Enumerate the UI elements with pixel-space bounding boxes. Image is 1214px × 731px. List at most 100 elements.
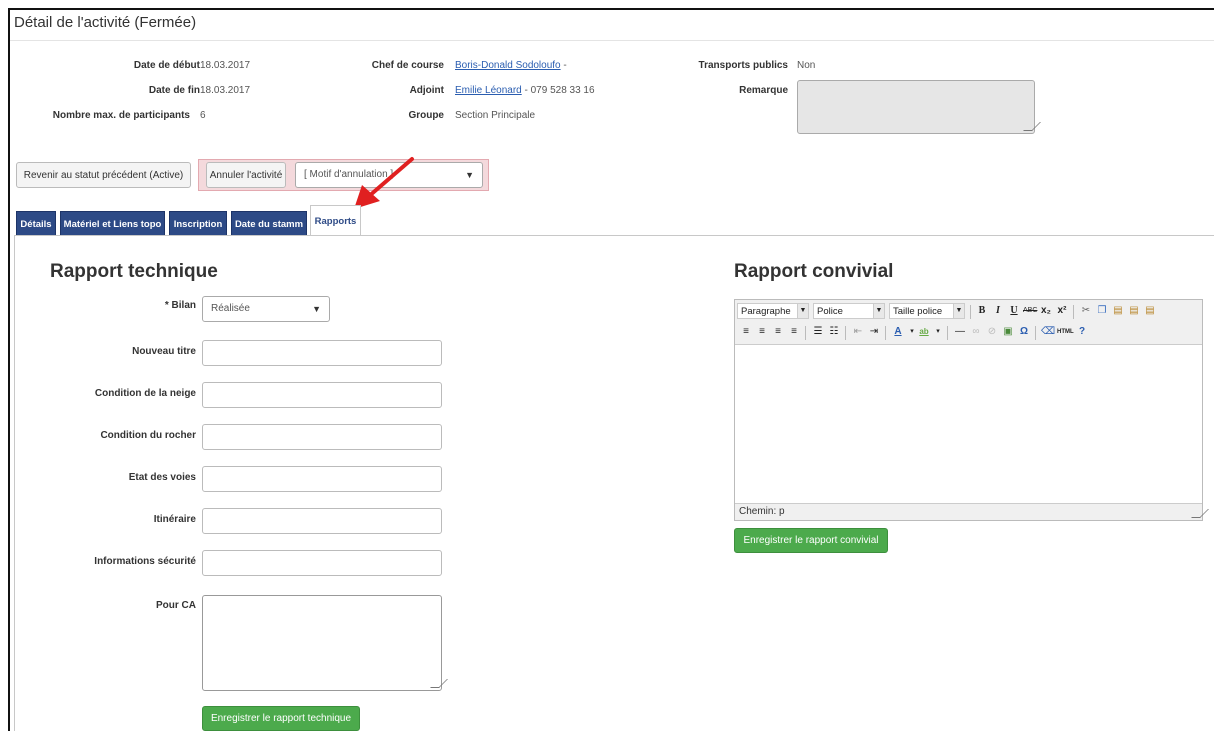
eraser-icon[interactable]: ⌫ [1041, 324, 1055, 340]
condition-neige-label: Condition de la neige [94, 388, 196, 399]
adjoint-phone: - 079 528 33 16 [521, 85, 595, 96]
editor-toolbar: Paragraphe ▼ Police ▼ Taille police ▼ B I U… [735, 300, 1202, 345]
condition-rocher-input[interactable] [202, 424, 442, 450]
groupe-value: Section Principale [455, 110, 536, 121]
max-participants-value: 6 [200, 110, 206, 121]
highlight-color-icon[interactable]: ab [917, 324, 931, 340]
toolbar-separator [970, 305, 971, 319]
cut-icon[interactable]: ✂ [1079, 303, 1093, 319]
nouveau-titre-input[interactable] [202, 340, 442, 366]
tab-date-stamm[interactable]: Date du stamm [231, 211, 307, 236]
cancel-activity-button[interactable]: Annuler l'activité [206, 162, 286, 188]
resize-grip-icon[interactable] [430, 679, 448, 688]
italic-icon[interactable]: I [991, 303, 1005, 319]
image-icon[interactable]: ▣ [1001, 324, 1015, 340]
numbered-list-icon[interactable]: ☷ [827, 324, 841, 340]
adjoint-link[interactable]: Emilie Léonard [455, 85, 522, 96]
pour-ca-textarea[interactable] [202, 595, 448, 691]
font-family-select[interactable]: Police ▼ [813, 303, 885, 319]
chevron-down-icon: ▼ [873, 304, 884, 318]
chevron-down-icon: ▼ [953, 304, 964, 318]
page-frame: Détail de l'activité (Fermée) Date de dé… [8, 8, 1214, 731]
page-title: Détail de l'activité (Fermée) [14, 14, 197, 31]
etat-voies-input[interactable] [202, 466, 442, 492]
chef-suffix: - [560, 60, 567, 71]
adjoint-label: Adjoint [409, 85, 444, 96]
cancel-activity-group: Annuler l'activité [ Motif d'annulation … [198, 159, 489, 191]
subscript-icon[interactable]: x₂ [1039, 303, 1053, 319]
tab-details[interactable]: Détails [16, 211, 56, 236]
copy-icon[interactable]: ❐ [1095, 303, 1109, 319]
itineraire-input[interactable] [202, 508, 442, 534]
strikethrough-icon[interactable]: ABC [1023, 303, 1037, 319]
resize-grip-icon[interactable] [1191, 509, 1209, 518]
toolbar-separator [845, 326, 846, 340]
title-divider [10, 40, 1214, 41]
superscript-icon[interactable]: x² [1055, 303, 1069, 319]
revert-status-button[interactable]: Revenir au statut précédent (Active) [16, 162, 191, 188]
etat-voies-label: Etat des voies [128, 472, 196, 483]
chevron-down-icon[interactable]: ▾ [931, 324, 945, 340]
editor-status-bar: Chemin: p [735, 503, 1209, 520]
align-right-icon[interactable]: ≡ [771, 324, 785, 340]
unlink-icon[interactable]: ⊘ [985, 324, 999, 340]
special-char-icon[interactable]: Ω [1017, 324, 1031, 340]
save-convivial-button[interactable]: Enregistrer le rapport convivial [734, 528, 888, 553]
toolbar-separator [947, 326, 948, 340]
tab-materiel[interactable]: Matériel et Liens topo [60, 211, 165, 236]
html-source-icon[interactable]: HTML [1057, 324, 1074, 340]
outdent-icon[interactable]: ⇤ [851, 324, 865, 340]
toolbar-separator [805, 326, 806, 340]
groupe-label: Groupe [408, 110, 444, 121]
align-justify-icon[interactable]: ≡ [787, 324, 801, 340]
indent-icon[interactable]: ⇥ [867, 324, 881, 340]
itineraire-label: Itinéraire [153, 514, 196, 525]
font-size-value: Taille police [893, 306, 943, 317]
editor-content-area[interactable] [735, 345, 1202, 503]
align-center-icon[interactable]: ≡ [755, 324, 769, 340]
paste-icon[interactable]: ▤ [1111, 303, 1125, 319]
max-participants-label: Nombre max. de participants [52, 110, 190, 121]
rapport-convivial-heading: Rapport convivial [734, 261, 894, 282]
paste-word-icon[interactable]: ▤ [1143, 303, 1157, 319]
horizontal-rule-icon[interactable]: — [953, 324, 967, 340]
informations-securite-label: Informations sécurité [94, 556, 196, 567]
resize-grip-icon[interactable] [1023, 122, 1041, 131]
underline-icon[interactable]: U [1007, 303, 1021, 319]
rich-text-editor: Paragraphe ▼ Police ▼ Taille police ▼ B I U… [734, 299, 1209, 521]
bilan-value: Réalisée [211, 303, 250, 314]
nouveau-titre-label: Nouveau titre [132, 346, 196, 357]
bullet-list-icon[interactable]: ☰ [811, 324, 825, 340]
date-debut-label: Date de début [133, 60, 200, 71]
bold-icon[interactable]: B [975, 303, 989, 319]
condition-neige-input[interactable] [202, 382, 442, 408]
bilan-select[interactable]: Réalisée ▼ [202, 296, 330, 322]
remarque-textarea[interactable] [797, 80, 1041, 134]
chef-link[interactable]: Boris-Donald Sodoloufo [455, 60, 561, 71]
font-size-select[interactable]: Taille police ▼ [889, 303, 965, 319]
toolbar-separator [1035, 326, 1036, 340]
paragraph-format-select[interactable]: Paragraphe ▼ [737, 303, 809, 319]
bilan-label: * Bilan [164, 300, 196, 311]
pour-ca-label: Pour CA [156, 600, 196, 611]
condition-rocher-label: Condition du rocher [100, 430, 196, 441]
paste-text-icon[interactable]: ▤ [1127, 303, 1141, 319]
transports-value: Non [797, 60, 816, 71]
tab-rapports[interactable]: Rapports [310, 205, 361, 236]
save-technique-button[interactable]: Enregistrer le rapport technique [202, 706, 360, 731]
text-color-icon[interactable]: A [891, 324, 905, 340]
panel-border [14, 235, 15, 731]
font-family-value: Police [817, 306, 843, 317]
date-debut-value: 18.03.2017 [200, 60, 251, 71]
editor-path: Chemin: p [739, 506, 785, 517]
tab-inscription[interactable]: Inscription [169, 211, 227, 236]
align-left-icon[interactable]: ≡ [739, 324, 753, 340]
date-fin-value: 18.03.2017 [200, 85, 251, 96]
date-fin-label: Date de fin [148, 85, 200, 96]
chevron-down-icon: ▼ [465, 170, 474, 180]
link-icon[interactable]: ∞ [969, 324, 983, 340]
informations-securite-input[interactable] [202, 550, 442, 576]
chef-label: Chef de course [371, 60, 444, 71]
help-icon[interactable]: ? [1075, 324, 1089, 340]
transports-label: Transports publics [698, 60, 788, 71]
